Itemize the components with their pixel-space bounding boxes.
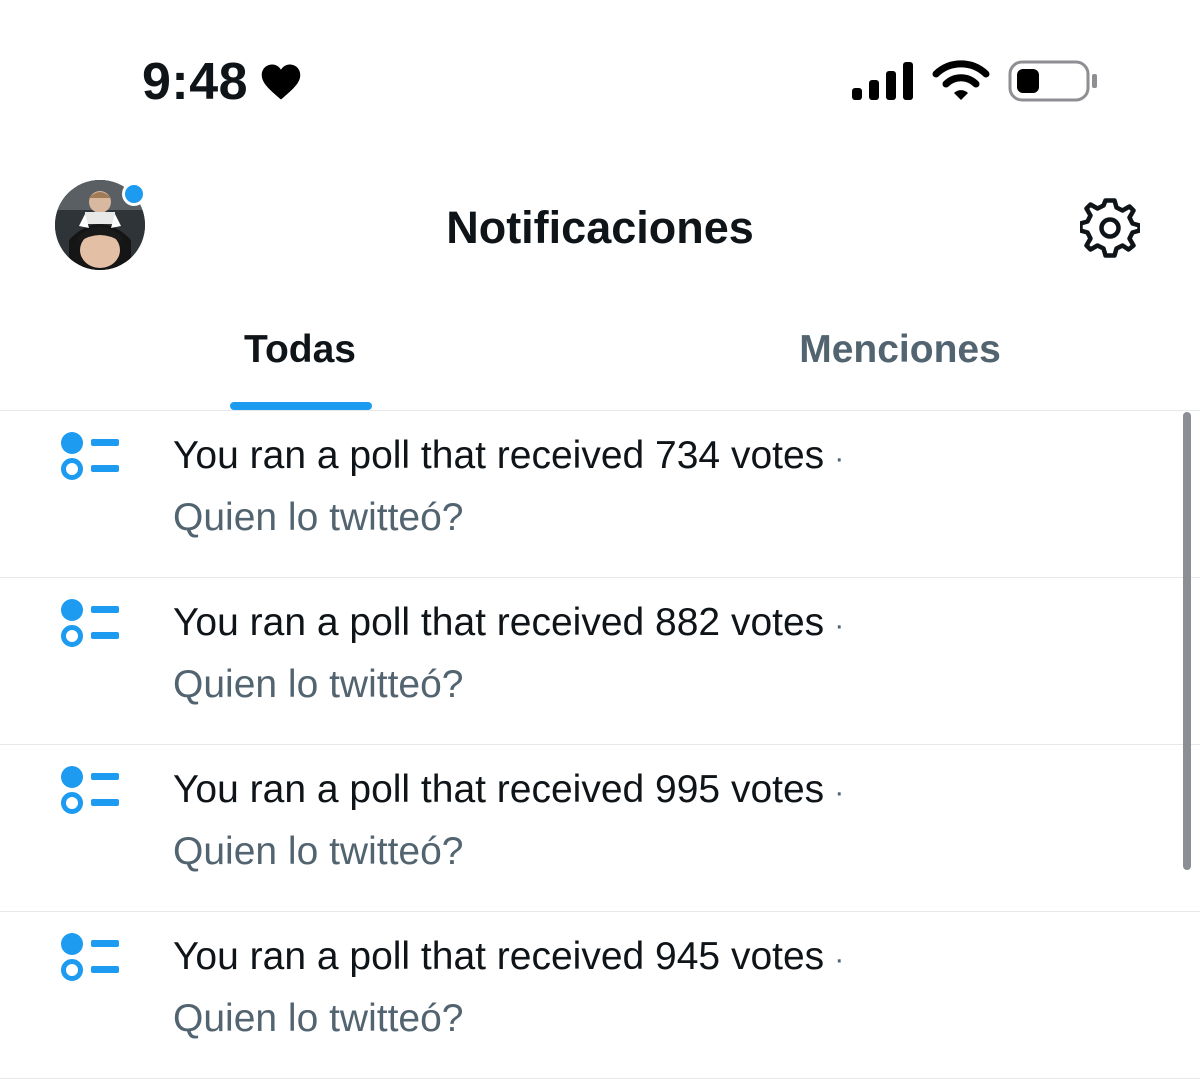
- notification-message: You ran a poll that received 734 votes: [173, 434, 825, 477]
- battery-icon: [1008, 60, 1097, 102]
- status-time-group: 9:48: [142, 52, 302, 112]
- tab-menciones[interactable]: Menciones: [600, 300, 1200, 410]
- notification-message: You ran a poll that received 882 votes: [173, 601, 825, 644]
- tab-bar: Todas Menciones: [0, 300, 1200, 411]
- separator-dot: ·: [834, 943, 845, 976]
- notification-subtitle: Quien lo twitteó?: [173, 663, 464, 706]
- separator-dot: ·: [834, 776, 845, 809]
- status-bar: 9:48: [0, 0, 1200, 150]
- poll-icon: [61, 933, 119, 981]
- scrollbar[interactable]: [1183, 412, 1191, 870]
- notification-list: You ran a poll that received 734 votes · …: [0, 411, 1200, 1079]
- separator-dot: ·: [834, 609, 845, 642]
- tab-label: Menciones: [799, 328, 1001, 371]
- notification-item[interactable]: You ran a poll that received 882 votes · …: [0, 578, 1200, 745]
- notification-item[interactable]: You ran a poll that received 995 votes · …: [0, 745, 1200, 912]
- notification-subtitle: Quien lo twitteó?: [173, 496, 464, 539]
- wifi-icon: [932, 60, 990, 100]
- poll-icon: [61, 766, 119, 814]
- notification-subtitle: Quien lo twitteó?: [173, 997, 464, 1040]
- notification-subtitle: Quien lo twitteó?: [173, 830, 464, 873]
- heart-icon: [261, 64, 301, 100]
- notification-text: You ran a poll that received 882 votes ·: [173, 600, 844, 649]
- notification-message: You ran a poll that received 995 votes: [173, 768, 825, 811]
- signal-icon: [852, 62, 913, 100]
- tab-todas[interactable]: Todas: [0, 300, 600, 410]
- status-time: 9:48: [142, 53, 249, 111]
- notification-item[interactable]: You ran a poll that received 734 votes · …: [0, 411, 1200, 578]
- poll-icon: [61, 599, 119, 647]
- tab-label: Todas: [244, 328, 356, 371]
- notification-text: You ran a poll that received 995 votes ·: [173, 767, 844, 816]
- notification-text: You ran a poll that received 734 votes ·: [173, 433, 844, 482]
- notification-text: You ran a poll that received 945 votes ·: [173, 934, 844, 983]
- poll-icon: [61, 432, 119, 480]
- active-tab-indicator: [230, 402, 372, 410]
- notification-message: You ran a poll that received 945 votes: [173, 935, 825, 978]
- notification-item[interactable]: You ran a poll that received 945 votes · …: [0, 912, 1200, 1079]
- header: Notificaciones: [0, 160, 1200, 290]
- gear-icon[interactable]: [1080, 198, 1140, 258]
- page-title: Notificaciones: [446, 202, 754, 253]
- separator-dot: ·: [834, 442, 845, 475]
